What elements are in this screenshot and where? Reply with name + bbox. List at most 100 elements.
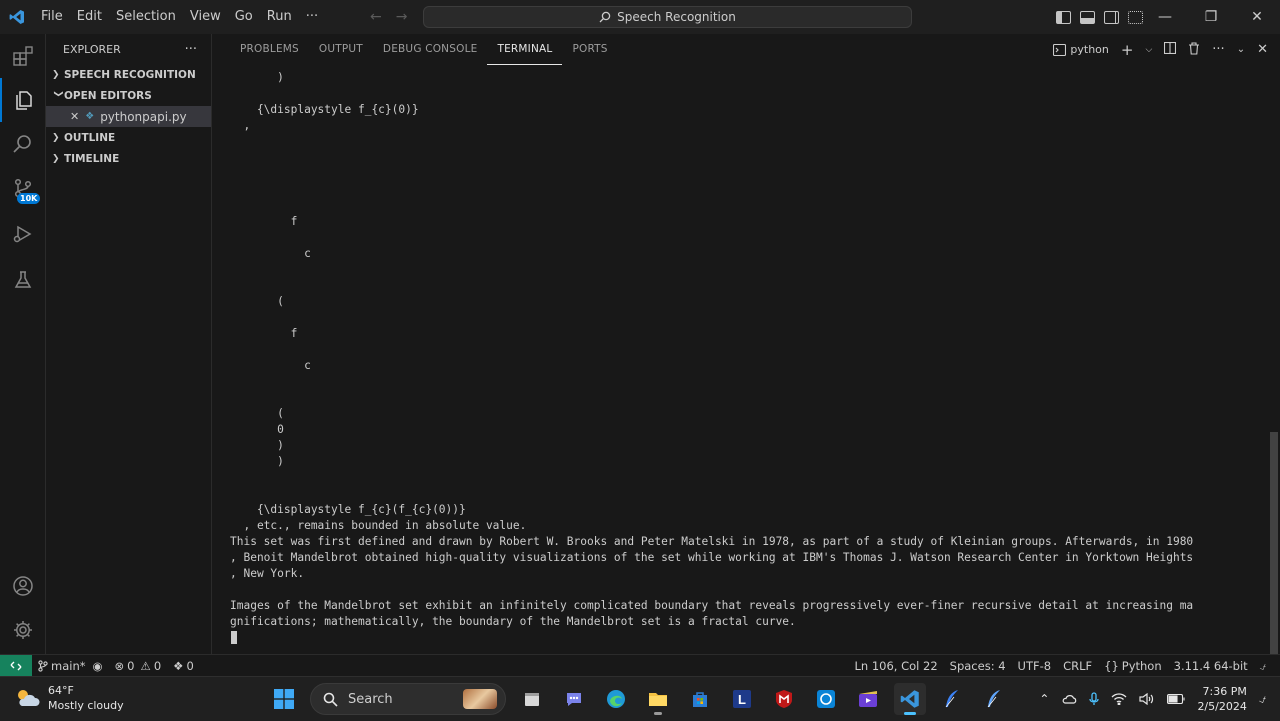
split-terminal-icon[interactable]	[1164, 41, 1177, 57]
explorer-icon[interactable]	[0, 78, 46, 122]
command-center-search[interactable]: Speech Recognition	[423, 6, 912, 28]
toggle-panel-icon[interactable]	[1080, 10, 1095, 24]
edge-browser-icon[interactable]	[600, 683, 632, 715]
feather-pen-icon[interactable]	[978, 683, 1010, 715]
menu-more[interactable]: ···	[299, 0, 325, 34]
section-timeline[interactable]: ❯ TIMELINE	[46, 148, 211, 169]
menu-run[interactable]: Run	[260, 0, 299, 34]
menu-go[interactable]: Go	[228, 0, 260, 34]
new-terminal-icon[interactable]: +	[1121, 41, 1134, 59]
notifications-bell-icon[interactable]: ⍻	[1254, 655, 1272, 677]
sync-eye-icon: ◉	[92, 658, 103, 673]
file-manager-icon[interactable]	[516, 683, 548, 715]
panel-actions: python + ⌵ ··· ⌄ ✕	[1053, 34, 1268, 65]
customize-layout-icon[interactable]	[1128, 10, 1143, 24]
video-editor-icon[interactable]	[852, 683, 884, 715]
wifi-icon[interactable]	[1111, 693, 1127, 705]
chat-icon[interactable]	[558, 683, 590, 715]
onedrive-cloud-icon[interactable]	[1061, 693, 1077, 705]
close-window-icon[interactable]: ✕	[1234, 0, 1280, 34]
settings-gear-icon[interactable]	[0, 608, 46, 652]
terminal-output[interactable]: ) {\displaystyle f_{c}(0)} , f c ( f c (…	[230, 70, 1270, 654]
more-actions-icon[interactable]: ···	[1212, 42, 1224, 57]
testing-icon[interactable]	[0, 258, 46, 302]
file-explorer-folder-icon[interactable]	[642, 683, 674, 715]
close-panel-icon[interactable]: ✕	[1257, 42, 1268, 57]
chevron-down-icon[interactable]: ⌄	[1237, 44, 1245, 55]
language-mode[interactable]: {} Python	[1098, 655, 1168, 677]
section-open-editors[interactable]: ❯ OPEN EDITORS	[46, 85, 211, 106]
cloud-sun-icon	[18, 690, 40, 706]
svg-text:L: L	[738, 692, 746, 707]
menu-file[interactable]: File	[34, 0, 70, 34]
blue-app-icon[interactable]	[810, 683, 842, 715]
end-of-line[interactable]: CRLF	[1057, 655, 1098, 677]
open-editor-item[interactable]: ✕ ❖ pythonpapi.py	[46, 106, 211, 127]
tab-ports[interactable]: PORTS	[562, 34, 617, 65]
tab-terminal[interactable]: TERMINAL	[487, 34, 563, 65]
terminal-line: f	[230, 215, 298, 228]
windows-start-icon[interactable]	[268, 683, 300, 715]
account-icon[interactable]	[0, 564, 46, 608]
feather-pen-icon[interactable]	[936, 683, 968, 715]
sidebar-title: EXPLORER	[63, 42, 121, 56]
minimize-icon[interactable]: —	[1142, 0, 1188, 34]
menu-view[interactable]: View	[183, 0, 228, 34]
search-sidebar-icon[interactable]	[0, 122, 46, 166]
chevron-right-icon: ❯	[52, 153, 60, 164]
menu-selection[interactable]: Selection	[109, 0, 183, 34]
search-icon	[323, 692, 338, 707]
l-app-icon[interactable]: L	[726, 683, 758, 715]
problems-indicator[interactable]: ⊗ 0 ⚠ 0	[109, 655, 168, 677]
extensions-icon[interactable]	[0, 34, 46, 78]
battery-icon[interactable]	[1167, 694, 1185, 704]
more-actions-icon[interactable]: ···	[185, 42, 197, 57]
chevron-up-icon[interactable]: ⌃	[1039, 692, 1049, 706]
warning-icon: ⚠	[140, 658, 151, 673]
section-project[interactable]: ❯ SPEECH RECOGNITION	[46, 64, 211, 85]
command-center-label: Speech Recognition	[617, 10, 736, 24]
kill-terminal-trash-icon[interactable]	[1188, 41, 1200, 58]
terminal-scrollbar-thumb[interactable]	[1270, 432, 1278, 654]
section-outline[interactable]: ❯ OUTLINE	[46, 127, 211, 148]
taskbar-search[interactable]: Search	[310, 683, 506, 715]
status-bar: main* ◉ ⊗ 0 ⚠ 0 ❖ 0 Ln 106, Col 22 Space…	[0, 654, 1280, 677]
chevron-down-icon[interactable]: ⌵	[1145, 45, 1152, 55]
terminal-selector[interactable]: python	[1053, 43, 1109, 56]
python-interpreter[interactable]: 3.11.4 64-bit	[1168, 655, 1254, 677]
section-timeline-label: TIMELINE	[64, 152, 120, 165]
branch-indicator[interactable]: main* ◉	[32, 655, 109, 677]
system-tray: ⌃ 7:36 PM 2/5/2024 ⍻	[1039, 677, 1266, 721]
volume-icon[interactable]	[1139, 693, 1155, 705]
restore-icon[interactable]: ❐	[1188, 0, 1234, 34]
remote-indicator-icon[interactable]	[0, 654, 32, 677]
error-count: 0	[127, 658, 135, 673]
tab-debug-console[interactable]: DEBUG CONSOLE	[373, 34, 488, 65]
terminal-line: (	[230, 295, 284, 308]
chevron-down-icon: ❯	[53, 89, 63, 98]
toggle-secondary-sidebar-icon[interactable]	[1104, 10, 1119, 24]
back-arrow-icon[interactable]: ←	[370, 9, 382, 25]
notifications-bell-icon[interactable]: ⍻	[1259, 692, 1266, 707]
cursor-position[interactable]: Ln 106, Col 22	[848, 655, 943, 677]
indentation[interactable]: Spaces: 4	[944, 655, 1012, 677]
weather-widget[interactable]: 64°F Mostly cloudy	[14, 683, 124, 713]
tab-output[interactable]: OUTPUT	[309, 34, 373, 65]
section-open-editors-label: OPEN EDITORS	[64, 89, 152, 102]
terminal-line: Images of the Mandelbrot set exhibit an …	[230, 599, 1194, 612]
tab-problems[interactable]: PROBLEMS	[230, 34, 309, 65]
vscode-taskbar-icon[interactable]	[894, 683, 926, 715]
close-editor-icon[interactable]: ✕	[70, 110, 79, 123]
title-bar: File Edit Selection View Go Run ··· ← → …	[0, 0, 1280, 34]
mcafee-shield-icon[interactable]	[768, 683, 800, 715]
ports-indicator[interactable]: ❖ 0	[167, 655, 200, 677]
microsoft-store-icon[interactable]	[684, 683, 716, 715]
encoding[interactable]: UTF-8	[1012, 655, 1058, 677]
run-debug-icon[interactable]	[0, 212, 46, 256]
microphone-icon[interactable]	[1089, 692, 1100, 706]
clock[interactable]: 7:36 PM 2/5/2024	[1197, 684, 1246, 714]
menu-edit[interactable]: Edit	[70, 0, 109, 34]
toggle-primary-sidebar-icon[interactable]	[1056, 10, 1071, 24]
terminal-line: gnifications; mathematically, the bounda…	[230, 615, 796, 628]
forward-arrow-icon[interactable]: →	[396, 9, 408, 25]
